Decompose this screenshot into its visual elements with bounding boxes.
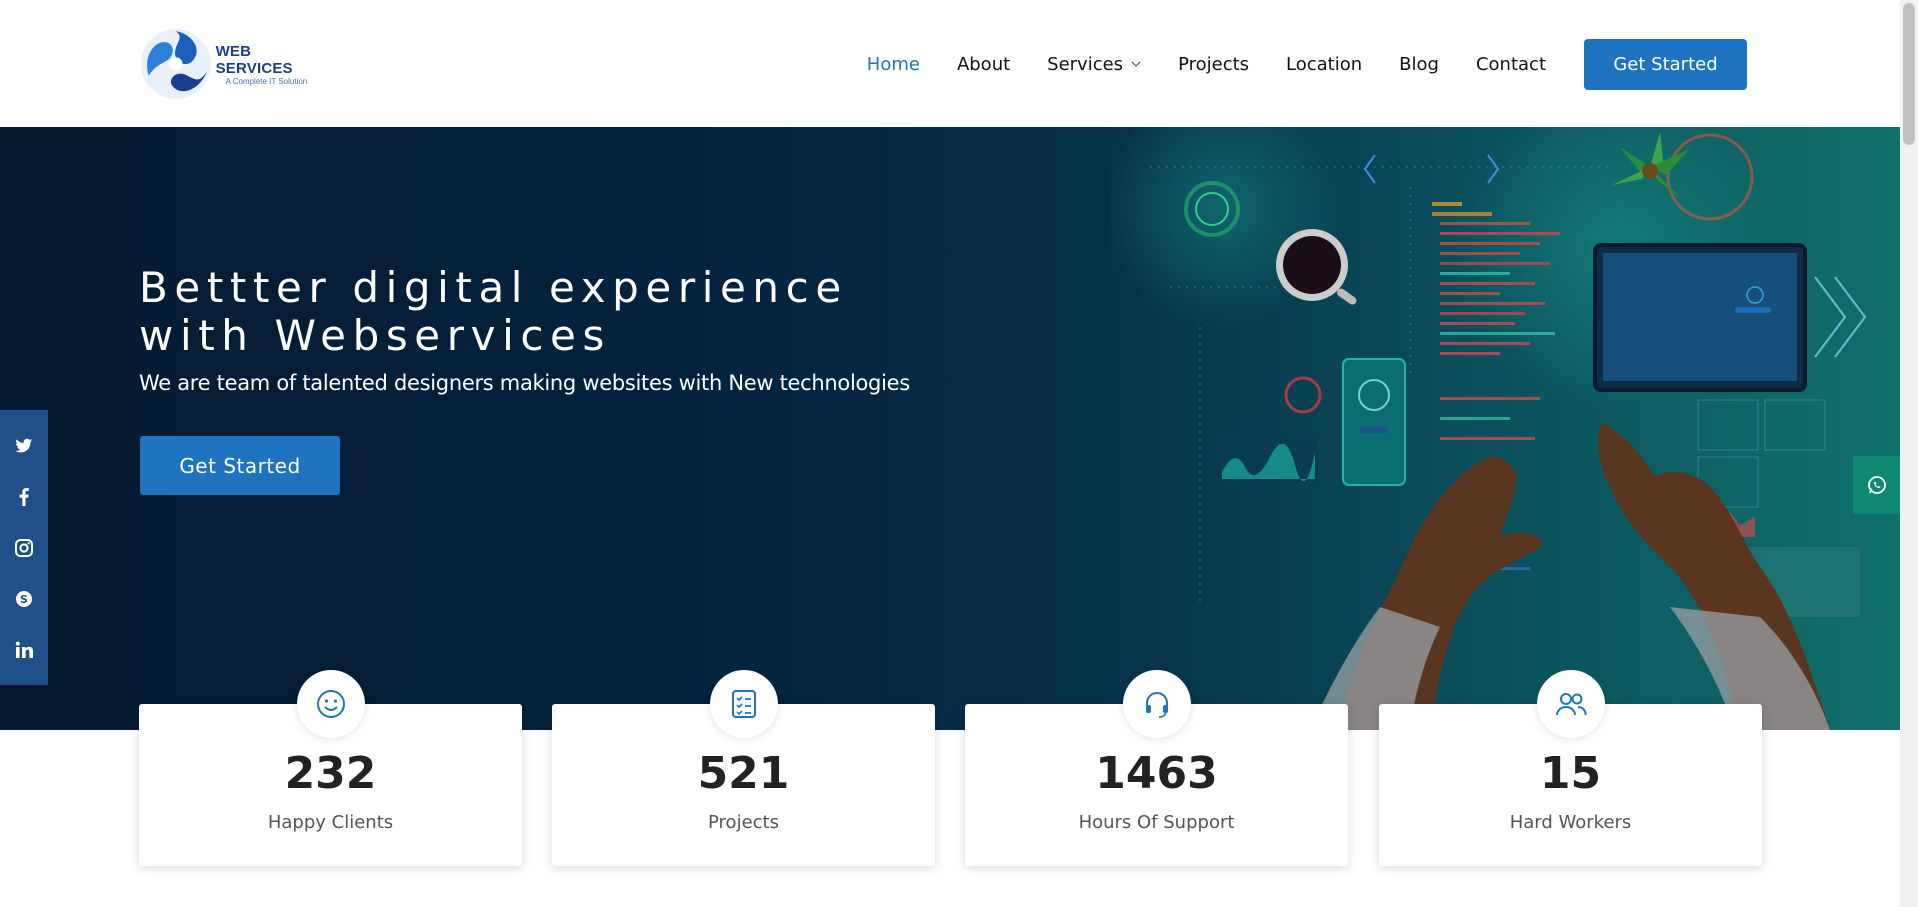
instagram-icon[interactable] xyxy=(0,526,48,570)
nav-contact[interactable]: Contact xyxy=(1476,54,1546,75)
stat-icon-badge xyxy=(296,670,365,738)
stat-value: 232 xyxy=(284,748,377,799)
stat-icon-badge xyxy=(1122,670,1191,738)
nav-location[interactable]: Location xyxy=(1286,54,1362,75)
stat-card: 1463 Hours Of Support xyxy=(965,670,1348,866)
page-scrollbar[interactable] xyxy=(1900,0,1918,907)
stat-label: Hard Workers xyxy=(1509,812,1632,833)
stat-card: 232 Happy Clients xyxy=(139,670,522,866)
smiley-icon xyxy=(316,690,345,718)
stats-section: 232 Happy Clients 521 Projects 1463 Hour… xyxy=(139,670,1762,866)
linkedin-icon[interactable] xyxy=(0,628,48,672)
skype-icon[interactable]: S xyxy=(0,577,48,621)
brand-tagline: A Complete IT Solution xyxy=(225,76,308,86)
scrollbar-thumb[interactable] xyxy=(1903,3,1915,145)
nav-label: About xyxy=(956,53,1011,75)
header-get-started-button[interactable]: Get Started xyxy=(1584,38,1747,90)
stat-label: Happy Clients xyxy=(267,812,394,833)
twitter-icon[interactable] xyxy=(0,424,48,468)
stat-icon-badge xyxy=(709,670,778,738)
logo-text: WEB SERVICES A Complete IT Solution xyxy=(216,43,329,86)
hero-section: Bettter digital experience with Webservi… xyxy=(0,127,1900,730)
nav-about[interactable]: About xyxy=(957,54,1010,75)
stat-icon-badge xyxy=(1536,670,1605,738)
nav-label: Blog xyxy=(1399,53,1439,75)
hero-title: Bettter digital experience with Webservi… xyxy=(139,263,848,360)
stat-label: Projects xyxy=(708,812,779,833)
nav-projects[interactable]: Projects xyxy=(1178,54,1249,75)
nav-label: Home xyxy=(866,53,920,75)
headset-icon xyxy=(1145,692,1168,718)
facebook-icon[interactable] xyxy=(0,475,48,519)
people-icon xyxy=(1555,693,1587,716)
stat-card: 15 Hard Workers xyxy=(1379,670,1762,866)
site-header: WEB SERVICES A Complete IT Solution Home… xyxy=(0,0,1900,127)
brand-logo[interactable]: WEB SERVICES A Complete IT Solution xyxy=(139,25,329,103)
nav-label: Projects xyxy=(1178,53,1250,75)
stat-label: Hours Of Support xyxy=(1078,812,1235,833)
chevron-down-icon xyxy=(1131,61,1141,67)
hero-illustration xyxy=(1110,127,1867,730)
svg-text:S: S xyxy=(20,593,28,606)
nav-label: Services xyxy=(1047,53,1124,75)
nav-blog[interactable]: Blog xyxy=(1399,54,1439,75)
stat-value: 1463 xyxy=(1095,748,1218,799)
nav-label: Contact xyxy=(1475,53,1546,75)
brand-name: WEB SERVICES xyxy=(215,42,293,77)
main-nav: Home About Services Projects Location Bl… xyxy=(830,38,1747,90)
hero-subtitle: We are team of talented designers making… xyxy=(139,371,910,395)
stat-value: 15 xyxy=(1539,748,1602,799)
nav-label: Location xyxy=(1286,53,1363,75)
hero-get-started-button[interactable]: Get Started xyxy=(140,436,340,495)
logo-mark-icon xyxy=(140,29,211,99)
stat-card: 521 Projects xyxy=(552,670,935,866)
whatsapp-button[interactable] xyxy=(1853,456,1900,514)
nav-services[interactable]: Services xyxy=(1047,54,1141,75)
whatsapp-icon xyxy=(1867,476,1886,494)
social-sidebar: S xyxy=(0,410,48,685)
stat-value: 521 xyxy=(697,748,790,799)
document-list-icon xyxy=(731,690,756,718)
nav-home[interactable]: Home xyxy=(867,54,920,75)
